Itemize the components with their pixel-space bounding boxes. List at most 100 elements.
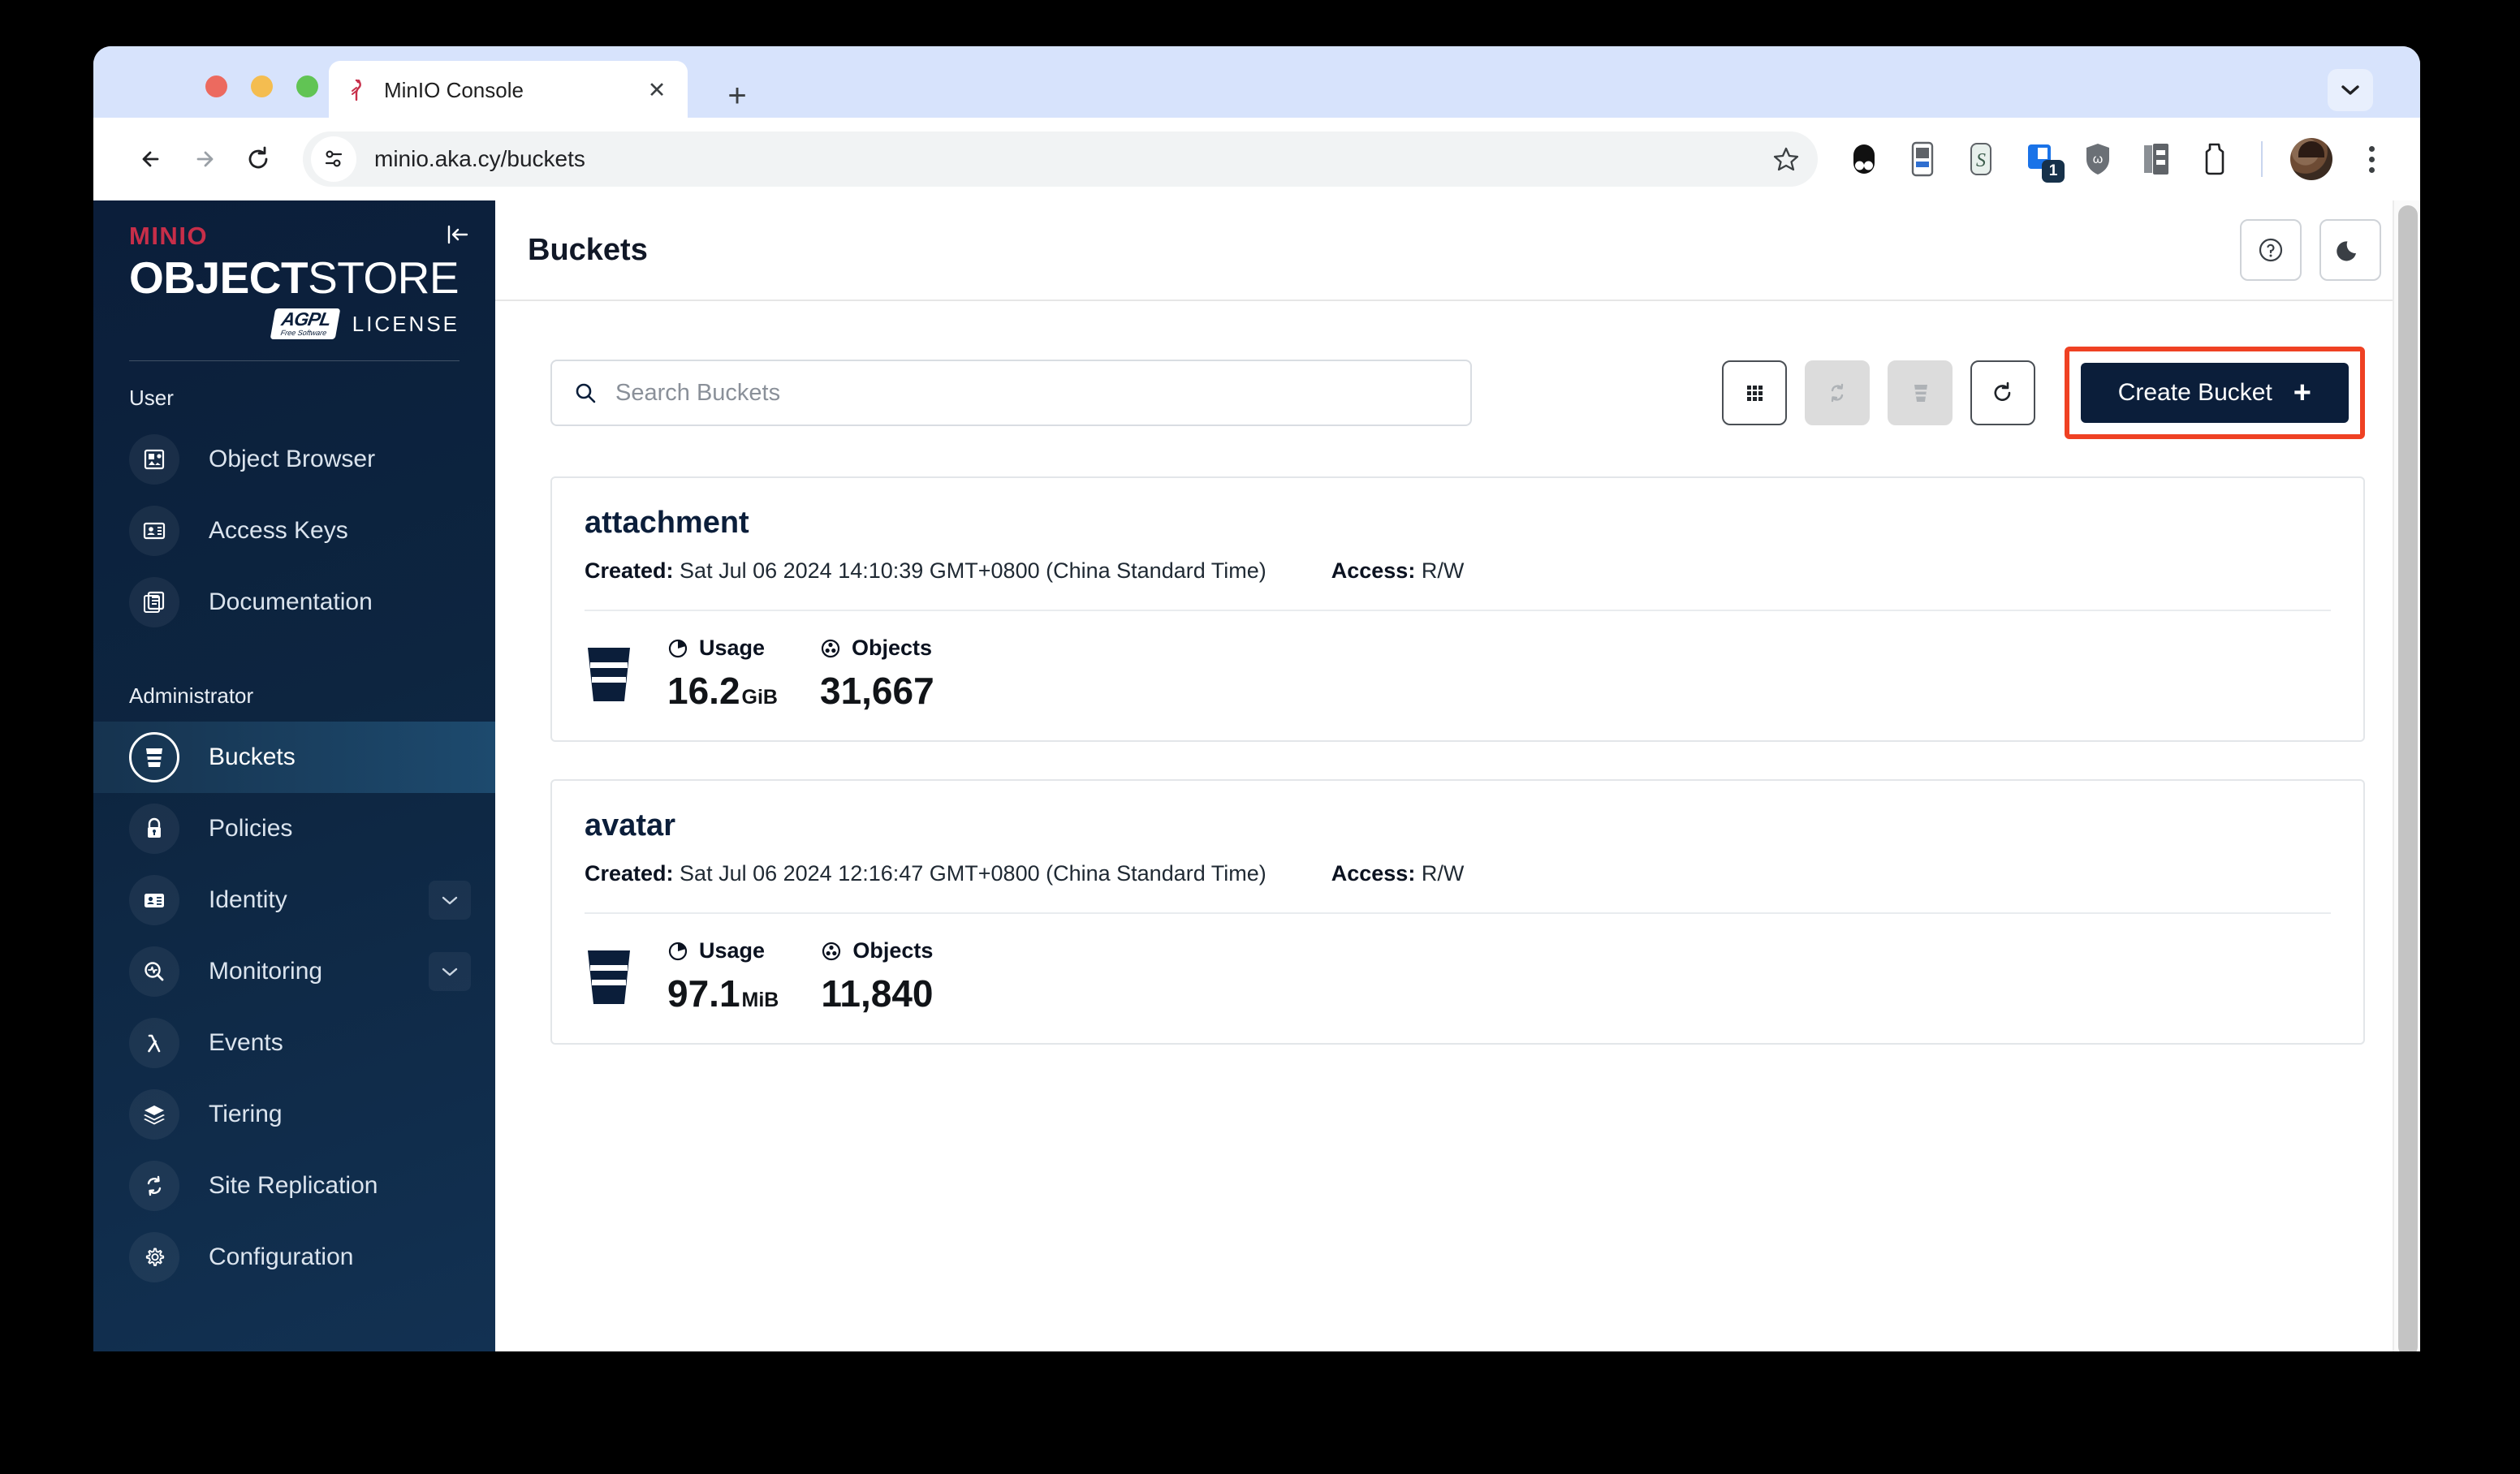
- logo-io: IO: [179, 222, 209, 250]
- logo-store: STORE: [308, 252, 460, 303]
- sidebar-item-monitoring[interactable]: Monitoring: [93, 936, 495, 1007]
- product-wordmark: OBJECTSTORE: [129, 252, 495, 303]
- svg-text:ω: ω: [2093, 153, 2104, 166]
- avatar[interactable]: [2290, 138, 2332, 180]
- close-icon[interactable]: ✕: [641, 74, 673, 106]
- search-input[interactable]: Search Buckets: [550, 360, 1472, 426]
- arrow-left-icon[interactable]: [124, 132, 178, 186]
- minimize-window-button[interactable]: [251, 75, 273, 97]
- extension-panda-icon[interactable]: [1845, 140, 1883, 178]
- browser-tab-strip: MinIO Console ✕ +: [93, 46, 2420, 119]
- sidebar-section-user: User: [129, 386, 174, 411]
- layers-icon: [129, 1089, 179, 1140]
- stat-group: Usage 97.1 MiB Objects 11,840: [667, 938, 934, 1015]
- create-bucket-highlight: Create Bucket +: [2064, 347, 2365, 439]
- license-row: AGPL Free Software LICENSE: [93, 308, 495, 340]
- minio-wordmark: MINIO: [129, 223, 495, 248]
- objects-stat: Objects 11,840: [821, 938, 933, 1015]
- bucket-name[interactable]: avatar: [585, 808, 2331, 843]
- documentation-icon: [129, 577, 179, 628]
- search-placeholder: Search Buckets: [615, 379, 781, 406]
- sidebar-item-identity[interactable]: Identity: [93, 864, 495, 936]
- extension-bookmark-icon[interactable]: 1: [2021, 140, 2065, 183]
- sidebar-item-label: Monitoring: [209, 958, 323, 985]
- usage-value-row: 97.1 MiB: [667, 972, 779, 1015]
- access-keys-icon: [129, 506, 179, 557]
- site-settings-icon[interactable]: [311, 136, 356, 182]
- refresh-button[interactable]: [1970, 360, 2035, 425]
- logo-object: OBJECT: [129, 252, 309, 303]
- extension-shield-icon[interactable]: ω: [2079, 140, 2117, 178]
- browser-tab[interactable]: MinIO Console ✕: [329, 61, 688, 119]
- access-label: Access:: [1331, 861, 1416, 886]
- help-circle-icon[interactable]: [2240, 219, 2302, 281]
- replication-button: [1804, 360, 1870, 425]
- star-icon[interactable]: [1763, 136, 1810, 183]
- sidebar-item-tiering[interactable]: Tiering: [93, 1079, 495, 1150]
- gear-icon: [129, 1232, 179, 1283]
- sidebar-item-label: Access Keys: [209, 517, 348, 545]
- maximize-window-button[interactable]: [296, 75, 318, 97]
- sidebar-item-policies[interactable]: Policies: [93, 793, 495, 864]
- sidebar-item-access-keys[interactable]: Access Keys: [93, 495, 495, 567]
- sidebar-item-label: Identity: [209, 886, 287, 914]
- collapse-sidebar-icon[interactable]: [442, 218, 474, 251]
- extension-s-icon[interactable]: S: [1962, 140, 2000, 178]
- buckets-toolbar: Create Bucket +: [1721, 347, 2365, 439]
- page-scrollbar[interactable]: [2393, 200, 2420, 1351]
- usage-stat: Usage 16.2 GiB: [667, 636, 778, 713]
- new-tab-button[interactable]: +: [718, 77, 756, 114]
- bucket-card[interactable]: attachment Created: Sat Jul 06 2024 14:1…: [550, 476, 2365, 742]
- sidebar-item-configuration[interactable]: Configuration: [93, 1222, 495, 1293]
- plus-icon: +: [2293, 376, 2311, 410]
- bucket-name[interactable]: attachment: [585, 506, 2331, 541]
- objects-icon: [820, 638, 841, 659]
- chevron-down-icon[interactable]: [2328, 69, 2373, 111]
- url-text: minio.aka.cy/buckets: [374, 146, 585, 171]
- address-bar[interactable]: minio.aka.cy/buckets: [303, 131, 1818, 187]
- chevron-down-icon[interactable]: [429, 881, 471, 920]
- moon-icon[interactable]: [2319, 219, 2381, 281]
- objects-head: Objects: [821, 938, 933, 963]
- sidebar-item-site-replication[interactable]: Site Replication: [93, 1150, 495, 1222]
- create-bucket-button[interactable]: Create Bucket +: [2080, 363, 2349, 423]
- extension-mobile-icon[interactable]: [1904, 140, 1941, 178]
- chevron-down-icon[interactable]: [429, 952, 471, 992]
- extension-tag-icon[interactable]: [2196, 140, 2233, 178]
- objects-head: Objects: [820, 636, 934, 661]
- bucket-access: Access: R/W: [1331, 861, 1465, 886]
- bucket-stats: Usage 97.1 MiB Objects 11,840: [585, 914, 2331, 1043]
- page-title: Buckets: [528, 232, 648, 267]
- sidebar-item-label: Documentation: [209, 588, 373, 616]
- arrow-right-icon[interactable]: [178, 132, 231, 186]
- sidebar-item-buckets[interactable]: Buckets: [93, 722, 495, 794]
- bucket-card[interactable]: avatar Created: Sat Jul 06 2024 12:16:47…: [550, 779, 2365, 1045]
- usage-label: Usage: [699, 938, 766, 963]
- minio-console: MINIO OBJECTSTORE AGPL Free Software LIC…: [93, 200, 2420, 1351]
- logo-min: MIN: [129, 222, 179, 250]
- reload-icon[interactable]: [231, 132, 285, 186]
- grid-view-button[interactable]: [1721, 360, 1787, 425]
- bucket-icon: [585, 644, 633, 705]
- identity-card-icon: [129, 875, 179, 926]
- toolbar-divider: [2261, 141, 2263, 177]
- sidebar-item-label: Tiering: [209, 1101, 283, 1128]
- objects-stat: Objects 31,667: [820, 636, 934, 713]
- sidebar-item-events[interactable]: Events: [93, 1007, 495, 1079]
- close-window-button[interactable]: [205, 75, 227, 97]
- sidebar-item-object-browser[interactable]: Object Browser: [93, 424, 495, 495]
- scrollbar-thumb[interactable]: [2398, 205, 2418, 1351]
- bucket-meta: Created: Sat Jul 06 2024 14:10:39 GMT+08…: [585, 558, 2331, 610]
- browser-toolbar: minio.aka.cy/buckets S 1 ω: [93, 118, 2420, 200]
- usage-head: Usage: [667, 938, 779, 963]
- delete-bucket-button: [1887, 360, 1953, 425]
- extension-clipboard-icon[interactable]: [2138, 140, 2175, 178]
- tab-title: MinIO Console: [384, 77, 524, 102]
- agpl-badge-main: AGPL: [279, 308, 333, 330]
- bucket-stats: Usage 16.2 GiB Objects 31,667: [585, 611, 2331, 740]
- kebab-menu-icon[interactable]: [2354, 138, 2389, 180]
- objects-value: 11,840: [821, 972, 934, 1015]
- sidebar-item-documentation[interactable]: Documentation: [93, 567, 495, 638]
- access-label: Access:: [1331, 558, 1416, 583]
- minio-flamingo-icon: [343, 76, 371, 104]
